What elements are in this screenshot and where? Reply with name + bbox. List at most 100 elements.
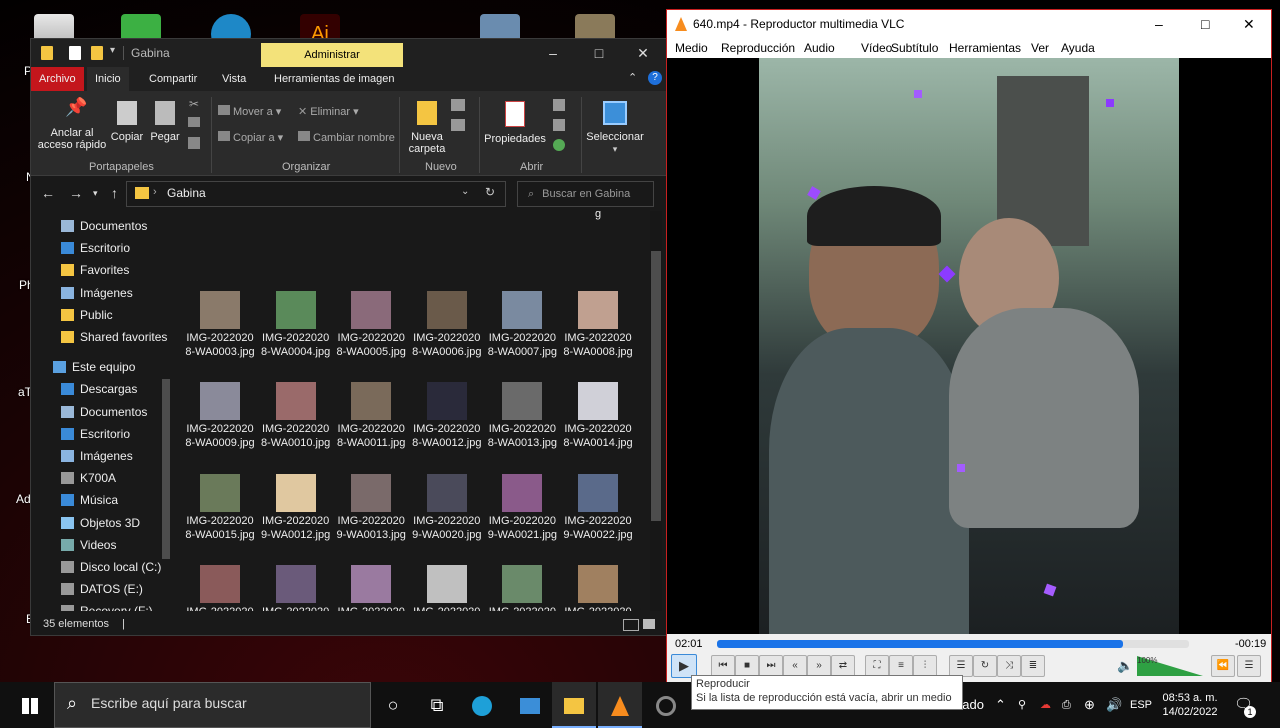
nav-item-shared-favorites[interactable]: Shared favorites (61, 326, 167, 348)
history-icon[interactable] (553, 139, 565, 151)
file-item[interactable]: IMG-20220208-WA0003.jpg (185, 290, 255, 359)
close-button[interactable]: ✕ (620, 39, 666, 67)
file-item[interactable]: IMG-20220208-WA0014.jpg (563, 382, 633, 450)
search-input[interactable]: ⌕ Buscar en Gabina (517, 181, 654, 207)
paste-shortcut-icon[interactable] (188, 137, 200, 149)
open-icon[interactable] (553, 99, 565, 111)
show-hidden-icons[interactable]: ⌃ (995, 682, 1006, 728)
file-item[interactable]: IMG-20220209-WA0021.jpg (487, 473, 557, 542)
nav-item-disco-local-c[interactable]: Disco local (C:) (61, 556, 161, 578)
file-item[interactable]: IMG-20220208-WA0006.jpg (412, 290, 482, 359)
explorer-taskbar-icon[interactable] (552, 682, 596, 728)
prev-chapter-button[interactable]: ⏪ (1211, 655, 1235, 677)
nav-item-objetos-3d[interactable]: Objetos 3D (61, 512, 140, 534)
fullscreen-button[interactable]: ⛶ (865, 655, 889, 677)
start-button[interactable] (8, 682, 52, 728)
record-button[interactable]: ≣ (1021, 655, 1045, 677)
video-area[interactable] (667, 58, 1271, 634)
nav-item-descargas[interactable]: Descargas (61, 378, 137, 400)
next-button[interactable]: ⏭ (759, 655, 783, 677)
paste-button[interactable]: Pegar (147, 101, 183, 143)
files-scrollbar-thumb[interactable] (651, 251, 661, 521)
volume-icon[interactable]: 🔈 (1117, 658, 1133, 674)
file-item[interactable]: IMG-20220208-WA0009.jpg (185, 382, 255, 450)
network-icon[interactable]: ⊕ (1084, 682, 1095, 728)
loop-button[interactable]: ↻ (973, 655, 997, 677)
task-view-icon[interactable]: ⧉ (415, 682, 459, 728)
file-item[interactable]: IMG-20220208-WA0008.jpg (563, 290, 633, 359)
new-folder-button[interactable]: Nueva carpeta (405, 101, 449, 155)
easy-access-icon[interactable] (451, 119, 465, 131)
refresh-icon[interactable]: ↻ (485, 185, 495, 199)
file-item[interactable]: IMG-20220208-WA0027 (487, 565, 557, 611)
app-taskbar-icon[interactable] (508, 682, 552, 728)
taskbar-search[interactable]: ⌕ Escribe aquí para buscar (54, 682, 371, 728)
file-item[interactable]: IMG-20220208-WA0025 (336, 565, 406, 611)
nav-item-m-sica[interactable]: Música (61, 489, 118, 511)
edge-taskbar-icon[interactable] (460, 682, 504, 728)
copy-path-icon[interactable] (188, 117, 200, 127)
vlc-taskbar-icon[interactable] (598, 682, 642, 728)
notifications-icon[interactable]: 🗨 (1234, 682, 1253, 728)
volume-slider[interactable]: 100% (1137, 656, 1203, 678)
nav-item-public[interactable]: Public (61, 304, 113, 326)
nav-item-escritorio[interactable]: Escritorio (61, 423, 130, 445)
file-item[interactable]: IMG-20220208-WA0007.jpg (487, 290, 557, 359)
tab-archivo[interactable]: Archivo (31, 67, 84, 91)
file-item[interactable]: IMG-20220208-WA0011.jpg (336, 382, 406, 450)
path-segment[interactable]: Gabina (167, 186, 206, 200)
previous-button[interactable]: ⏮ (711, 655, 735, 677)
seek-bar[interactable] (717, 640, 1189, 648)
copy-to-button[interactable]: Copiar a ▾ (218, 131, 283, 144)
volume-tray-icon[interactable]: 🔊 (1106, 682, 1122, 728)
language-indicator[interactable]: ESP (1130, 682, 1152, 728)
vlc-menu-button[interactable]: ☰ (1237, 655, 1261, 677)
cortana-icon[interactable]: ○ (371, 682, 415, 728)
nav-scrollbar[interactable] (162, 379, 170, 559)
forward-icon[interactable]: → (69, 185, 83, 201)
file-item[interactable]: IMG-20220208-WA0023 (185, 565, 255, 611)
file-item[interactable]: IMG-20220209-WA0012.jpg (261, 473, 331, 542)
tab-vista[interactable]: Vista (214, 67, 254, 91)
pin-quick-access-button[interactable]: 📌 Anclar al acceso rápido (37, 98, 107, 151)
file-item[interactable]: IMG-20220208-WA0012.jpg (412, 382, 482, 450)
ime-icon[interactable]: ⎙ (1062, 682, 1071, 728)
onedrive-icon[interactable]: ☁ (1040, 682, 1051, 728)
file-item[interactable]: IMG-20220209-WA0013.jpg (336, 473, 406, 542)
address-bar[interactable]: › Gabina ⌄ ↻ (126, 181, 506, 207)
file-item[interactable]: IMG-20220107-WA0075.jpeg (563, 211, 633, 221)
meet-now-icon[interactable]: ⚲ (1018, 682, 1026, 728)
file-item[interactable]: IMG-20220208-WA0024 (261, 565, 331, 611)
chrome-taskbar-icon[interactable] (644, 682, 688, 728)
file-item[interactable]: IMG-20220208-WA0005.jpg (336, 290, 406, 359)
file-item[interactable]: IMG-20220208-WA0004.jpg (261, 290, 331, 359)
nav-item-recovery-f[interactable]: Recovery (F:) (61, 600, 153, 611)
nav-item-documentos[interactable]: Documentos (61, 215, 147, 237)
back-icon[interactable]: ← (41, 185, 55, 201)
shuffle-button[interactable]: ⤨ (997, 655, 1021, 677)
file-item[interactable]: IMG-20220208-WA0028 (563, 565, 633, 611)
collapse-ribbon-icon[interactable]: ⌃ (628, 71, 637, 84)
file-item[interactable]: IMG-20220208-WA0026 (412, 565, 482, 611)
large-icons-view-icon[interactable] (643, 619, 655, 629)
playlist-button[interactable]: ☰ (949, 655, 973, 677)
vlc-menu-herramientas[interactable]: Herramientas (949, 41, 1021, 55)
vlc-minimize-button[interactable]: – (1155, 10, 1163, 38)
elapsed-time[interactable]: 02:01 (675, 638, 703, 650)
file-item[interactable]: IMG-20220208-WA0013.jpg (487, 382, 557, 450)
minimize-button[interactable]: – (530, 39, 576, 67)
vlc-menu-reproducci-n[interactable]: Reproducción (721, 41, 795, 55)
help-icon[interactable]: ? (648, 71, 662, 85)
tab-herramientas-imagen[interactable]: Herramientas de imagen (266, 67, 402, 91)
loop-ab-button[interactable]: ⇄ (831, 655, 855, 677)
details-view-icon[interactable] (623, 619, 639, 631)
select-button[interactable]: Seleccionar ▾ (583, 101, 647, 155)
file-item[interactable]: IMG-20220208-WA0010.jpg (261, 382, 331, 450)
copy-button[interactable]: Copiar (109, 101, 145, 143)
nav-item-im-genes[interactable]: Imágenes (61, 282, 133, 304)
nav-item-documentos[interactable]: Documentos (61, 401, 147, 423)
path-dropdown-icon[interactable]: ⌄ (461, 186, 469, 197)
delete-button[interactable]: ✕ Eliminar ▾ (298, 105, 359, 118)
up-icon[interactable]: ↑ (111, 185, 118, 201)
nav-item-datos-e[interactable]: DATOS (E:) (61, 578, 143, 600)
